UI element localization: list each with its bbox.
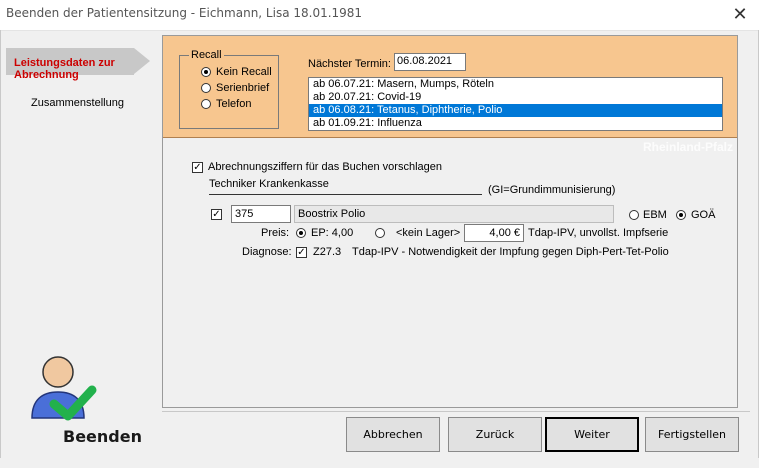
radio-ep-price[interactable]: [296, 228, 306, 238]
radio-goae[interactable]: [676, 210, 686, 220]
radio-stock-price[interactable]: [375, 228, 385, 238]
main-panel: Recall Kein Recall Serienbrief Telefon N…: [162, 35, 738, 408]
next-appointment-field[interactable]: 06.08.2021: [394, 53, 466, 71]
radio-serienbrief-label[interactable]: Serienbrief: [216, 82, 269, 94]
back-button[interactable]: Zurück: [448, 417, 542, 452]
radio-stock-price-label[interactable]: <kein Lager>: [396, 227, 460, 239]
item-checkbox[interactable]: ✓: [211, 209, 222, 220]
user-check-icon[interactable]: [28, 352, 98, 424]
region-label: Rheinland-Pfalz: [642, 140, 733, 154]
nav-item-zusammenstellung[interactable]: Zusammenstellung: [31, 97, 124, 109]
suggest-codes-checkbox[interactable]: ✓: [192, 162, 203, 173]
price-amount-field[interactable]: 4,00 €: [464, 224, 524, 242]
exit-label[interactable]: Beenden: [63, 427, 142, 446]
insurance-underline: [209, 194, 482, 195]
status-strip: [0, 458, 759, 468]
appointment-list-item[interactable]: ab 01.09.21: Influenza: [309, 117, 722, 130]
radio-ebm-label[interactable]: EBM: [643, 209, 667, 221]
price-description: Tdap-IPV, unvollst. Impfserie: [528, 227, 669, 239]
next-button[interactable]: Weiter: [545, 417, 639, 452]
radio-serienbrief[interactable]: [201, 83, 211, 93]
radio-telefon-label[interactable]: Telefon: [216, 98, 251, 110]
item-name-field[interactable]: Boostrix Polio: [294, 205, 614, 223]
radio-kein-recall[interactable]: [201, 67, 211, 77]
radio-telefon[interactable]: [201, 99, 211, 109]
diagnosis-text: Tdap-IPV - Notwendigkeit der Impfung geg…: [352, 246, 669, 258]
footer-separator: [162, 411, 750, 412]
radio-ep-price-label[interactable]: EP: 4,00: [311, 227, 353, 239]
cancel-button[interactable]: Abbrechen: [346, 417, 440, 452]
radio-goae-label[interactable]: GOÄ: [691, 209, 715, 221]
nav-item-leistungsdaten[interactable]: Leistungsdaten zur Abrechnung: [14, 57, 139, 81]
recall-legend: Recall: [189, 49, 224, 61]
diagnosis-code: Z27.3: [313, 246, 342, 258]
price-label: Preis:: [261, 227, 290, 239]
finish-button[interactable]: Fertigstellen: [645, 417, 739, 452]
diagnosis-checkbox[interactable]: ✓: [296, 247, 307, 258]
radio-ebm[interactable]: [629, 210, 639, 220]
suggest-codes-label[interactable]: Abrechnungsziffern für das Buchen vorsch…: [208, 161, 442, 173]
next-appointment-label: Nächster Termin:: [308, 58, 391, 70]
radio-kein-recall-label[interactable]: Kein Recall: [216, 66, 272, 78]
close-icon[interactable]: ✕: [729, 3, 751, 25]
gi-note: (GI=Grundimmunisierung): [488, 184, 616, 196]
window-title: Beenden der Patientensitzung - Eichmann,…: [6, 6, 363, 20]
appointment-list-item[interactable]: ab 20.07.21: Covid-19: [309, 91, 722, 104]
appointment-list[interactable]: ab 06.07.21: Masern, Mumps, Röteln ab 20…: [308, 77, 723, 131]
title-bar: Beenden der Patientensitzung - Eichmann,…: [0, 0, 759, 31]
item-code-field[interactable]: 375: [231, 205, 291, 223]
recall-section: Recall Kein Recall Serienbrief Telefon N…: [163, 36, 737, 138]
insurance-name: Techniker Krankenkasse: [209, 178, 329, 190]
appointment-list-item-selected[interactable]: ab 06.08.21: Tetanus, Diphtherie, Polio: [309, 104, 722, 117]
appointment-list-item[interactable]: ab 06.07.21: Masern, Mumps, Röteln: [309, 78, 722, 91]
diagnosis-label: Diagnose:: [242, 246, 292, 258]
